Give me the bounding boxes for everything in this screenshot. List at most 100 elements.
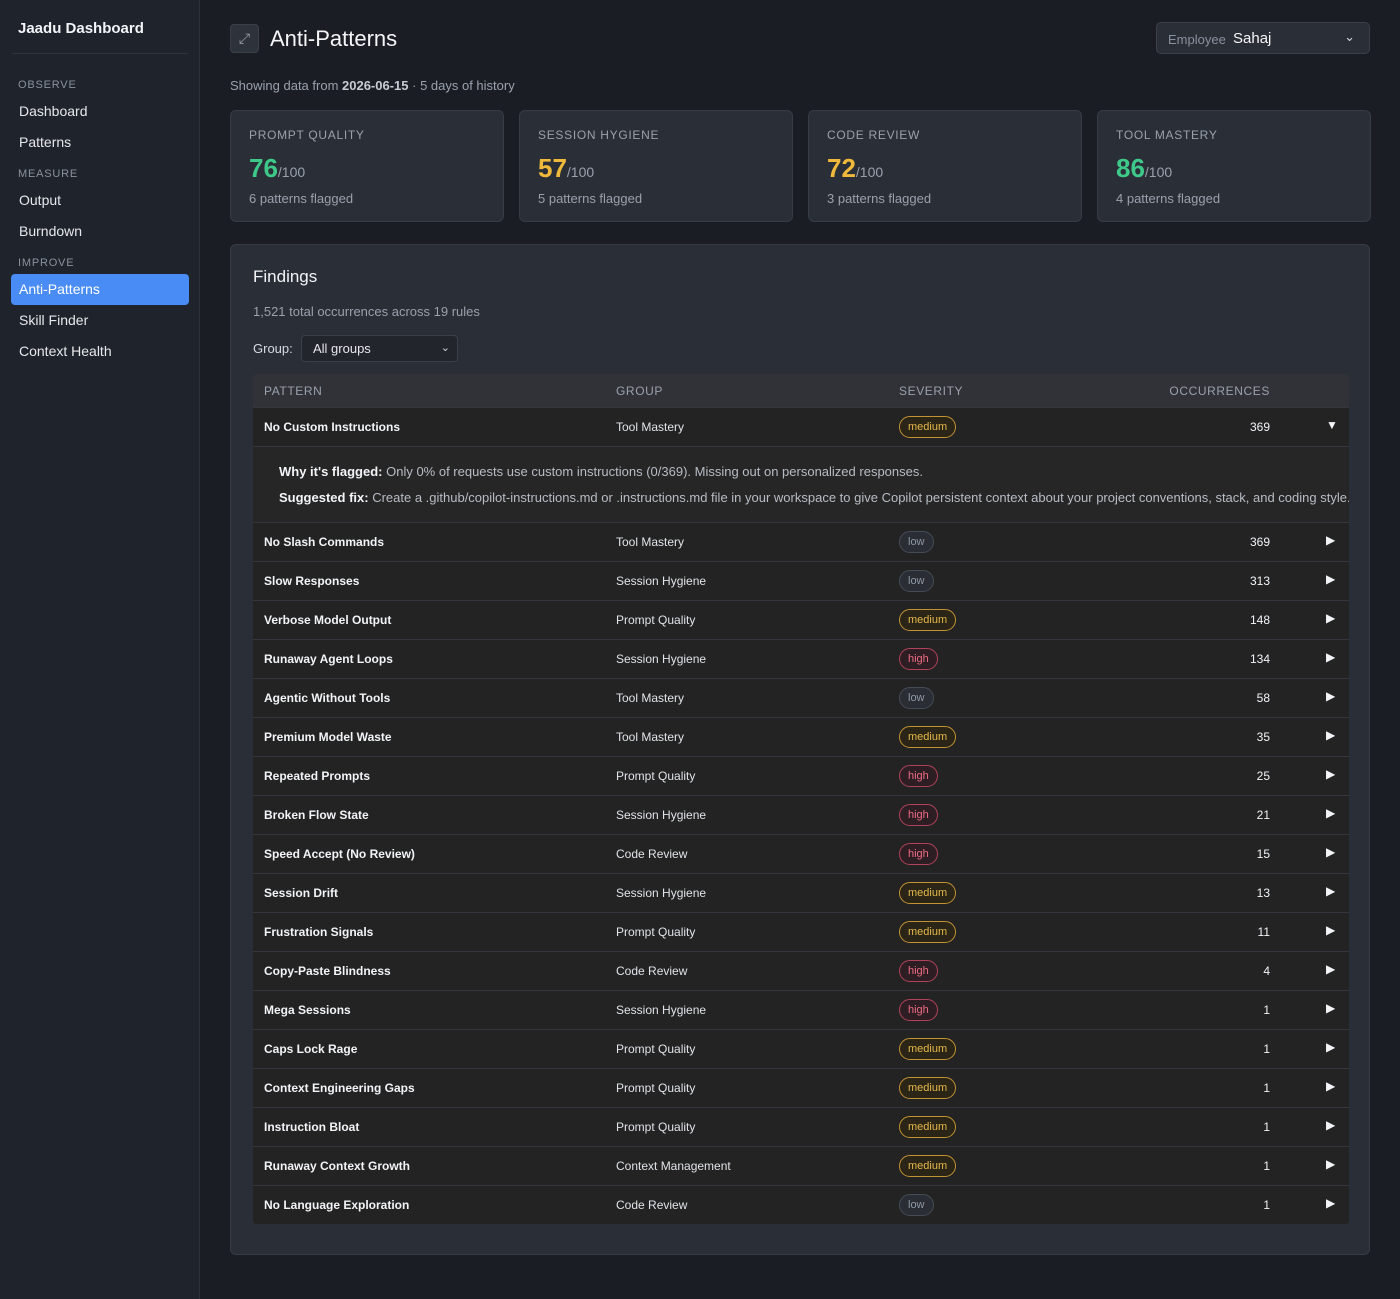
row-occurrences: 4 (1263, 964, 1270, 978)
table-row[interactable]: Session Drift Session Hygiene medium 13 ▶ (253, 873, 1349, 912)
row-occurrences: 13 (1256, 886, 1270, 900)
sidebar-item-context-health[interactable]: Context Health (11, 336, 189, 367)
caret-right-icon[interactable]: ▶ (1326, 1001, 1335, 1015)
table-row[interactable]: Agentic Without Tools Tool Mastery low 58 ▶ (253, 678, 1349, 717)
severity-badge: medium (899, 1038, 957, 1060)
group-filter-select[interactable]: All groups ⌄ (301, 335, 458, 362)
caret-right-icon[interactable]: ▶ (1326, 962, 1335, 976)
row-pattern: Context Engineering Gaps (264, 1081, 415, 1095)
row-group: Tool Mastery (616, 420, 685, 434)
row-group: Session Hygiene (616, 886, 707, 900)
table-row[interactable]: Repeated Prompts Prompt Quality high 25 ▶ (253, 756, 1349, 795)
table-row[interactable]: Runaway Context Growth Context Management… (253, 1146, 1349, 1185)
sidebar-item-burndown[interactable]: Burndown (11, 216, 189, 247)
caret-right-icon[interactable]: ▶ (1326, 533, 1335, 547)
suggested-fix-label: Suggested fix: (279, 490, 369, 505)
row-group: Session Hygiene (616, 574, 707, 588)
card-subtitle: 6 patterns flagged (249, 191, 354, 206)
row-group: Prompt Quality (616, 769, 696, 783)
table-row[interactable]: Mega Sessions Session Hygiene high 1 ▶ (253, 990, 1349, 1029)
table-row[interactable]: Caps Lock Rage Prompt Quality medium 1 ▶ (253, 1029, 1349, 1068)
severity-badge: high (899, 648, 938, 670)
table-row[interactable]: Instruction Bloat Prompt Quality medium 1 ▶ (253, 1107, 1349, 1146)
column-header-severity[interactable]: SEVERITY (899, 384, 963, 398)
row-pattern: Premium Model Waste (264, 730, 392, 744)
row-occurrences: 369 (1249, 535, 1270, 549)
chevron-down-icon: ⌄ (440, 342, 450, 354)
sidebar-item-skill-finder[interactable]: Skill Finder (11, 305, 189, 336)
table-header: PATTERN GROUP SEVERITY OCCURRENCES (253, 374, 1349, 407)
caret-right-icon[interactable]: ▶ (1326, 1196, 1335, 1210)
caret-right-icon[interactable]: ▶ (1326, 845, 1335, 859)
sidebar-item-patterns[interactable]: Patterns (11, 127, 189, 158)
why-flagged-text: Only 0% of requests use custom instructi… (382, 464, 923, 479)
row-occurrences: 11 (1257, 925, 1270, 939)
employee-value: Sahaj (1233, 30, 1272, 47)
table-row[interactable]: Copy-Paste Blindness Code Review high 4 ▶ (253, 951, 1349, 990)
caret-right-icon[interactable]: ▶ (1326, 1118, 1335, 1132)
caret-right-icon[interactable]: ▶ (1326, 806, 1335, 820)
row-group: Tool Mastery (616, 535, 685, 549)
row-occurrences: 21 (1256, 808, 1270, 822)
employee-select[interactable]: Employee Sahaj ⌄ (1156, 22, 1370, 54)
card-score-value: 72 (827, 153, 856, 183)
nav-section-improve: IMPROVE (18, 257, 75, 269)
table-row[interactable]: Premium Model Waste Tool Mastery medium 35 ▶ (253, 717, 1349, 756)
expand-icon: ⤢ (238, 30, 251, 46)
row-group: Session Hygiene (616, 808, 707, 822)
caret-right-icon[interactable]: ▶ (1326, 572, 1335, 586)
score-card-prompt-quality: PROMPT QUALITY 76/100 6 patterns flagged (230, 110, 504, 222)
caret-right-icon[interactable]: ▶ (1326, 611, 1335, 625)
caret-right-icon[interactable]: ▶ (1326, 1157, 1335, 1171)
caret-right-icon[interactable]: ▶ (1326, 689, 1335, 703)
card-label: SESSION HYGIENE (538, 128, 660, 142)
caret-down-icon[interactable]: ▼ (1326, 418, 1338, 432)
caret-right-icon[interactable]: ▶ (1326, 1079, 1335, 1093)
card-score: 86/100 (1116, 153, 1172, 184)
row-group: Prompt Quality (616, 1042, 696, 1056)
subtitle-prefix: Showing data from (230, 78, 343, 93)
card-subtitle: 5 patterns flagged (538, 191, 643, 206)
data-range-subtitle: Showing data from 2026-06-15 · 5 days of… (230, 78, 515, 93)
row-group: Code Review (616, 1198, 688, 1212)
severity-badge: medium (899, 1116, 957, 1138)
card-score-value: 76 (249, 153, 278, 183)
card-subtitle: 4 patterns flagged (1116, 191, 1221, 206)
sidebar-item-dashboard[interactable]: Dashboard (11, 96, 189, 127)
caret-right-icon[interactable]: ▶ (1326, 767, 1335, 781)
table-row[interactable]: Runaway Agent Loops Session Hygiene high 13… (253, 639, 1349, 678)
caret-right-icon[interactable]: ▶ (1326, 923, 1335, 937)
column-header-pattern[interactable]: PATTERN (264, 384, 322, 398)
row-pattern: Frustration Signals (264, 925, 374, 939)
caret-right-icon[interactable]: ▶ (1326, 884, 1335, 898)
row-pattern: Runaway Context Growth (264, 1159, 411, 1173)
expand-button[interactable]: ⤢ (230, 24, 259, 53)
suggested-fix-text: Create a .github/copilot-instructions.md… (368, 490, 1349, 505)
table-body: No Custom Instructions Tool Mastery medium… (253, 407, 1349, 1224)
severity-badge: high (899, 843, 938, 865)
table-row[interactable]: Frustration Signals Prompt Quality medium 1… (253, 912, 1349, 951)
table-row[interactable]: Verbose Model Output Prompt Quality medium… (253, 600, 1349, 639)
caret-right-icon[interactable]: ▶ (1326, 650, 1335, 664)
table-row[interactable]: No Slash Commands Tool Mastery low 369 ▶ (253, 522, 1349, 561)
sidebar-item-anti-patterns[interactable]: Anti-Patterns (11, 274, 189, 305)
caret-right-icon[interactable]: ▶ (1326, 1040, 1335, 1054)
severity-badge: high (899, 960, 938, 982)
column-header-group[interactable]: GROUP (616, 384, 663, 398)
caret-right-icon[interactable]: ▶ (1326, 728, 1335, 742)
score-card-code-review: CODE REVIEW 72/100 3 patterns flagged (808, 110, 1082, 222)
column-header-occurrences[interactable]: OCCURRENCES (1169, 384, 1270, 398)
table-row[interactable]: No Custom Instructions Tool Mastery medium… (253, 407, 1349, 446)
card-score-denominator: /100 (1144, 164, 1173, 180)
table-row[interactable]: Slow Responses Session Hygiene low 313 ▶ (253, 561, 1349, 600)
table-row[interactable]: Speed Accept (No Review) Code Review high 1… (253, 834, 1349, 873)
sidebar-item-output[interactable]: Output (11, 185, 189, 216)
sidebar: Jaadu Dashboard OBSERVE Dashboard Patter… (0, 0, 200, 1299)
table-row[interactable]: Broken Flow State Session Hygiene high 21 ▶ (253, 795, 1349, 834)
table-row[interactable]: No Language Exploration Code Review low 1 ▶ (253, 1185, 1349, 1224)
severity-badge: medium (899, 416, 957, 438)
why-flagged: Why it's flagged: Only 0% of requests us… (279, 464, 923, 479)
table-row[interactable]: Context Engineering Gaps Prompt Quality me… (253, 1068, 1349, 1107)
findings-title: Findings (253, 267, 318, 286)
nav-section-measure: MEASURE (18, 168, 78, 180)
